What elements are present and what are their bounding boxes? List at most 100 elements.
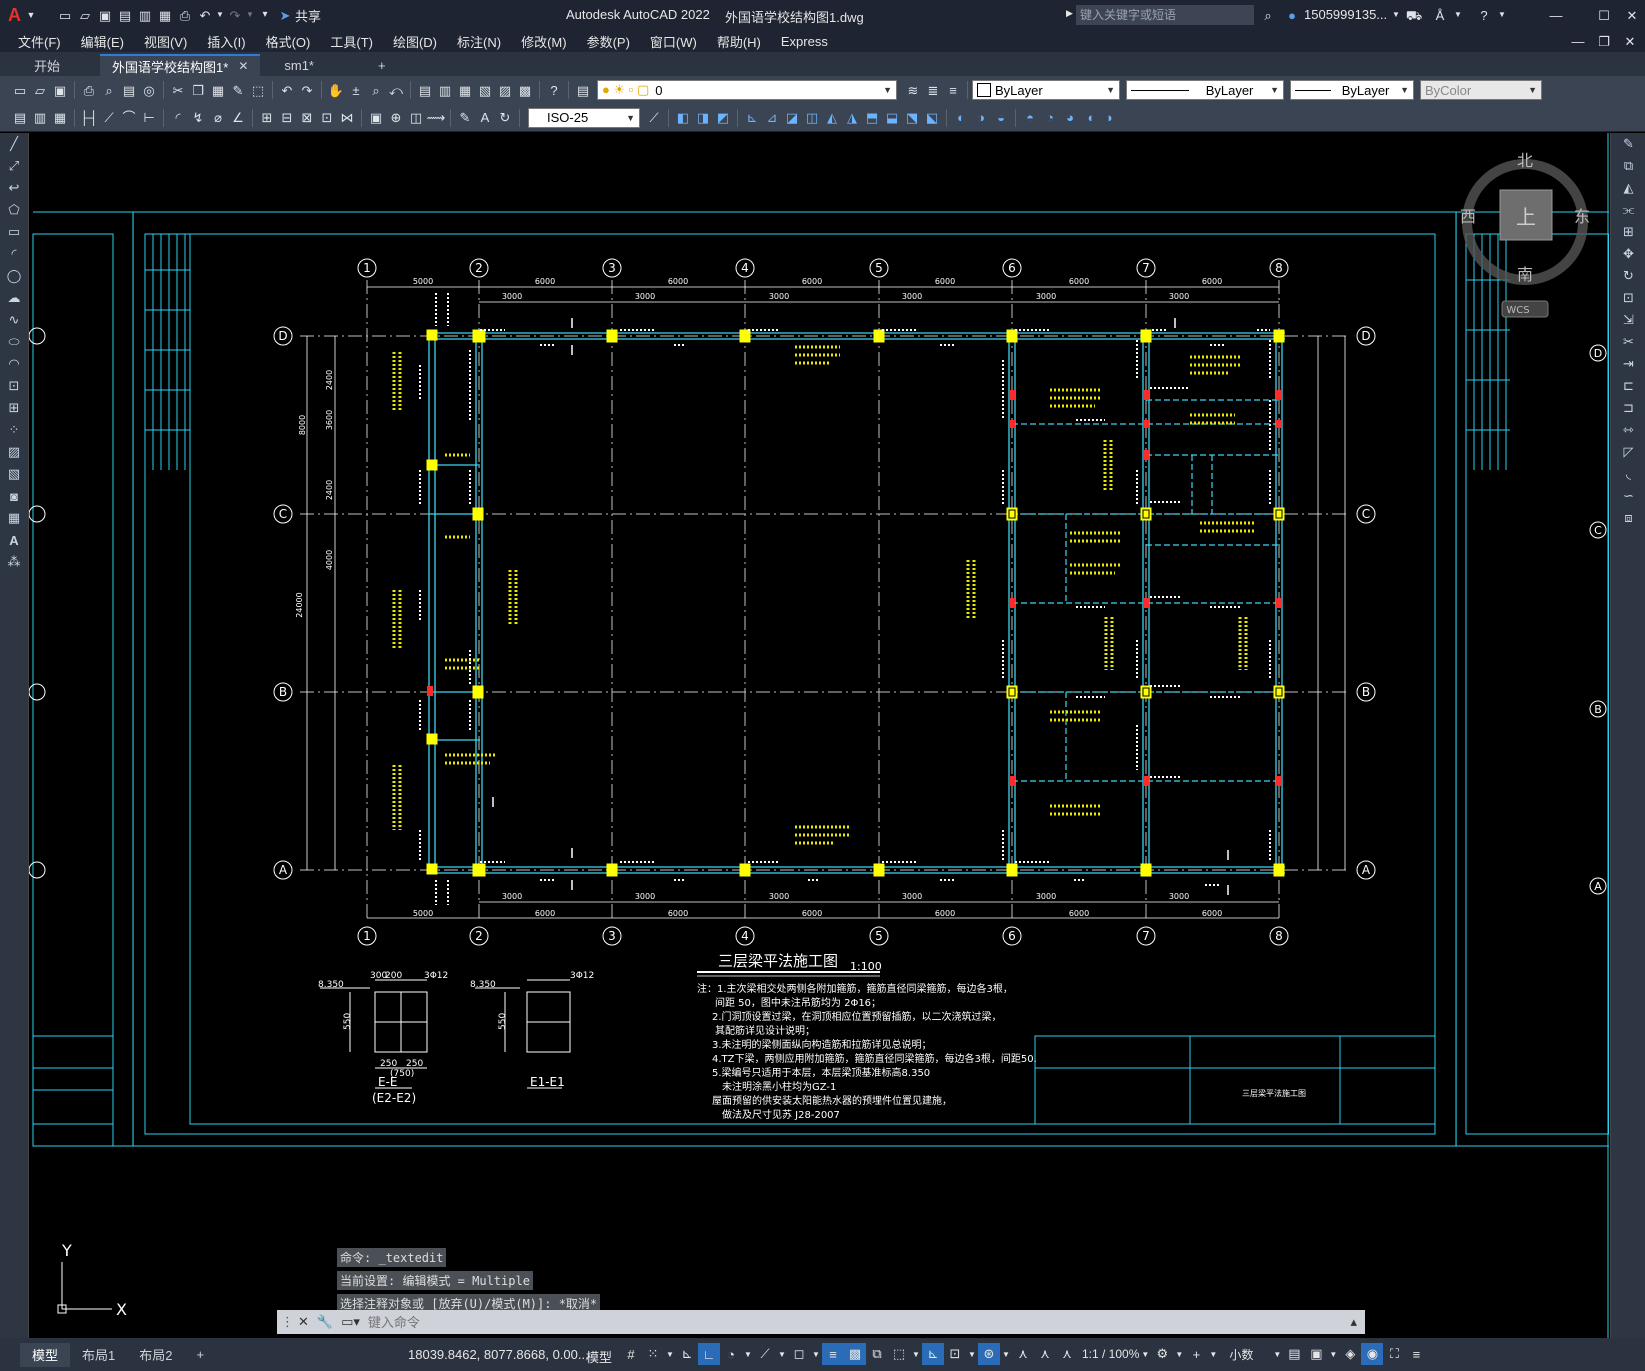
- undo-dropdown-icon[interactable]: ▼: [215, 5, 225, 25]
- angular-dim-icon[interactable]: ∠: [228, 108, 248, 128]
- cut-icon[interactable]: ✂: [168, 80, 188, 100]
- zoom-realtime-icon[interactable]: ±: [346, 80, 366, 100]
- box-icon[interactable]: ◧: [673, 108, 693, 128]
- open-file-icon[interactable]: ▱: [75, 5, 95, 25]
- menu-window[interactable]: 窗口(W): [640, 32, 707, 51]
- dim-text-edit-icon[interactable]: A: [475, 108, 495, 128]
- cone-icon[interactable]: ◩: [713, 108, 733, 128]
- selection-cycling-icon[interactable]: ⧉: [866, 1343, 888, 1365]
- infer-constraints-icon[interactable]: ⊾: [676, 1343, 698, 1365]
- lineweight-icon[interactable]: ≡: [822, 1343, 844, 1365]
- ucs-zaxis-icon[interactable]: ⬓: [882, 108, 902, 128]
- layer-combo[interactable]: ● ☀ ▫ ▢ 0 ▼: [597, 80, 897, 100]
- jogged-dim-icon[interactable]: ↯: [188, 108, 208, 128]
- isodraft-icon[interactable]: ⟋: [754, 1343, 776, 1365]
- lineweight-combo[interactable]: ByLayer ▼: [1290, 80, 1414, 100]
- osnap-dropdown-icon[interactable]: ▼: [810, 1343, 822, 1365]
- doc-restore-icon[interactable]: ❐: [1594, 31, 1614, 51]
- snap-icon[interactable]: ⁙: [642, 1343, 664, 1365]
- match-properties-icon[interactable]: ✎: [228, 80, 248, 100]
- make-block-icon[interactable]: ⊞: [0, 397, 28, 419]
- annotation-scale-value[interactable]: 1:1 / 100%: [1082, 1347, 1139, 1361]
- break-icon[interactable]: ⊐: [1611, 397, 1645, 419]
- walk-icon[interactable]: ◕: [1060, 108, 1080, 128]
- gizmo-icon[interactable]: ⊛: [978, 1343, 1000, 1365]
- ucs-face-icon[interactable]: ◫: [802, 108, 822, 128]
- rectangle-icon[interactable]: ▭: [0, 221, 28, 243]
- command-input[interactable]: [365, 1311, 1351, 1333]
- command-prompt-icon[interactable]: ▭▾: [341, 1314, 360, 1330]
- workspace-gear-icon[interactable]: ⚙: [1151, 1343, 1173, 1365]
- hardware-acceleration-icon[interactable]: ◉: [1361, 1343, 1384, 1365]
- plot-preview-icon[interactable]: ⌕: [99, 80, 119, 100]
- customize-qat-icon[interactable]: ▾: [255, 5, 275, 25]
- dim-edit-icon[interactable]: ✎: [455, 108, 475, 128]
- ellipse-icon[interactable]: ⬭: [0, 331, 28, 353]
- help-icon[interactable]: ?: [1474, 5, 1494, 25]
- erase-icon[interactable]: ✎: [1611, 133, 1645, 155]
- viewcube-south[interactable]: 南: [1517, 265, 1533, 284]
- menu-express[interactable]: Express: [771, 34, 838, 49]
- design-center-icon[interactable]: ▥: [435, 80, 455, 100]
- jogged-linear-icon[interactable]: ⟿: [426, 108, 446, 128]
- hide-icon[interactable]: ◐: [951, 108, 971, 128]
- auto-scale-icon[interactable]: ⋏: [1034, 1343, 1056, 1365]
- grid-icon[interactable]: #: [620, 1343, 642, 1365]
- units-list-dropdown-icon[interactable]: ▼: [1271, 1343, 1283, 1365]
- construction-line-icon[interactable]: ⤢: [0, 155, 28, 177]
- wrench-icon[interactable]: 🔧: [317, 1314, 333, 1330]
- dim-space-icon[interactable]: ⊡: [317, 108, 337, 128]
- ordinate-dim-icon[interactable]: ⊢: [139, 108, 159, 128]
- linear-dim-icon[interactable]: ├┤: [79, 108, 99, 128]
- lock-ui-icon[interactable]: ▣: [1305, 1343, 1327, 1365]
- print-icon[interactable]: ⎙: [175, 5, 195, 25]
- layer-match-icon[interactable]: ≡: [943, 80, 963, 100]
- polar-dropdown-icon[interactable]: ▼: [742, 1343, 754, 1365]
- add-selected-icon[interactable]: ⁂: [0, 551, 28, 573]
- quick-properties-icon[interactable]: ▤: [1283, 1343, 1305, 1365]
- annotation-visibility-icon[interactable]: ⋏: [1012, 1343, 1034, 1365]
- view-icon[interactable]: ◗: [1100, 108, 1120, 128]
- offset-icon[interactable]: ⫘: [1611, 199, 1645, 221]
- ucs-previous-icon[interactable]: ◪: [782, 108, 802, 128]
- paste-icon[interactable]: ▦: [208, 80, 228, 100]
- new-icon[interactable]: ▭: [10, 80, 30, 100]
- tab-start[interactable]: 开始: [22, 54, 73, 76]
- rotate-icon[interactable]: ↻: [1611, 265, 1645, 287]
- tab-close-icon[interactable]: ✕: [238, 59, 248, 73]
- clean-screen-icon[interactable]: ⛶: [1383, 1343, 1405, 1365]
- scale-icon[interactable]: ⊡: [1611, 287, 1645, 309]
- menu-tools[interactable]: 工具(T): [320, 32, 383, 51]
- undo-icon[interactable]: ↶: [277, 80, 297, 100]
- fillet-icon[interactable]: ◟: [1611, 463, 1645, 485]
- workspace-dropdown-icon[interactable]: ▼: [1173, 1343, 1185, 1365]
- markup-icon[interactable]: ▨: [495, 80, 515, 100]
- polygon-icon[interactable]: ⬠: [0, 199, 28, 221]
- viewcube-top[interactable]: 上: [1516, 205, 1536, 229]
- open-web-icon[interactable]: ▥: [135, 5, 155, 25]
- menu-dimension[interactable]: 标注(N): [447, 32, 511, 51]
- dim-update-icon[interactable]: ↻: [495, 108, 515, 128]
- ucs-world-icon[interactable]: ⊿: [762, 108, 782, 128]
- extend-icon[interactable]: ⇥: [1611, 353, 1645, 375]
- tab-model[interactable]: 模型: [20, 1342, 71, 1367]
- coordinates-readout[interactable]: 18039.8462, 8077.8668, 0.00...: [408, 1347, 589, 1362]
- save-as-icon[interactable]: ▤: [115, 5, 135, 25]
- camera-icon[interactable]: ◔: [1040, 108, 1060, 128]
- a360-icon[interactable]: Å: [1430, 5, 1450, 25]
- mirror-icon[interactable]: ◭: [1611, 177, 1645, 199]
- viewcube-north[interactable]: 北: [1517, 151, 1533, 170]
- redo-icon[interactable]: ↷: [297, 80, 317, 100]
- make-current-layer-icon[interactable]: ≋: [903, 80, 923, 100]
- share-icon[interactable]: ➤: [275, 5, 295, 25]
- plot-icon[interactable]: ⎙: [79, 80, 99, 100]
- ucs-icon[interactable]: ⊾: [742, 108, 762, 128]
- pan-icon[interactable]: ✋: [326, 80, 346, 100]
- arc-icon[interactable]: ◜: [0, 243, 28, 265]
- menu-help[interactable]: 帮助(H): [707, 32, 771, 51]
- search-expand-icon[interactable]: ▶: [1066, 8, 1073, 19]
- redo-icon[interactable]: ↷: [225, 5, 245, 25]
- array-icon[interactable]: ⊞: [1611, 221, 1645, 243]
- units-value[interactable]: 小数: [1229, 1346, 1253, 1363]
- ucs-view-icon[interactable]: ◮: [842, 108, 862, 128]
